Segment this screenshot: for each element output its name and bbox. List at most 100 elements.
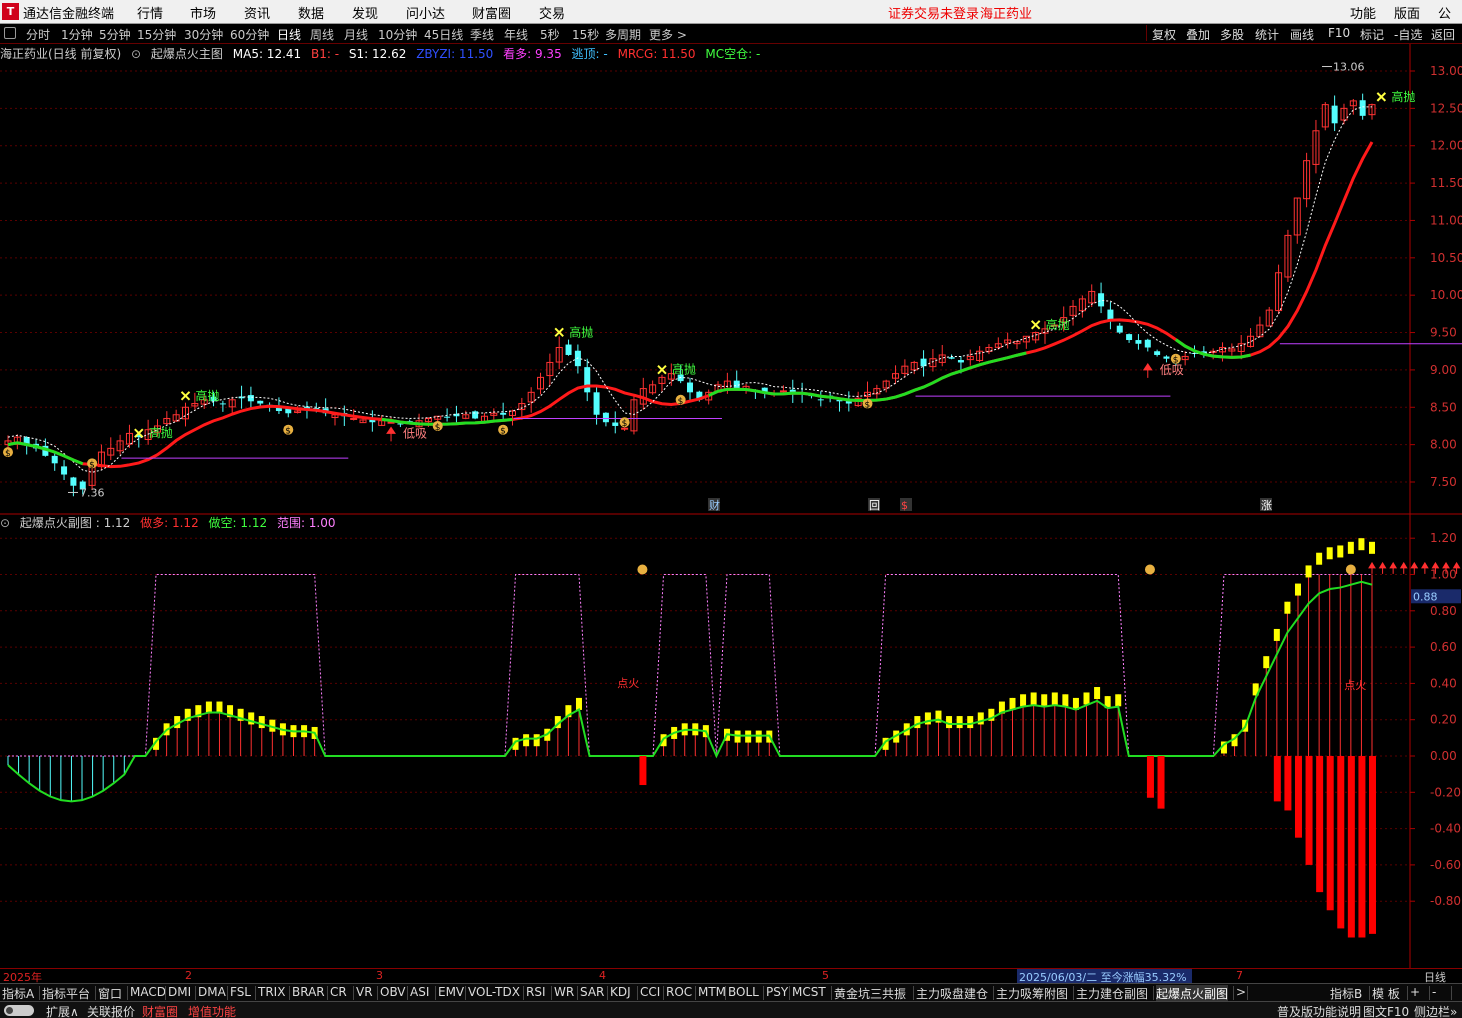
indicator-tab[interactable]: WR — [554, 985, 574, 999]
menu-caifuquan[interactable]: 财富圈 — [472, 3, 511, 22]
period-1min[interactable]: 1分钟 — [61, 26, 93, 43]
period-10min[interactable]: 10分钟 — [378, 26, 417, 43]
menu-wenxiaoda[interactable]: 问小达 — [406, 3, 445, 22]
indicator-tab[interactable]: RSI — [526, 985, 546, 999]
status-tuwen-f10[interactable]: 图文F10 — [1363, 1003, 1409, 1018]
mrcg-value: MRCG: 11.50 — [617, 47, 696, 61]
candle-body — [61, 466, 68, 475]
main-indicator-name[interactable]: 起爆点火主图 — [151, 47, 223, 61]
sub-axis-label: -0.60 — [1430, 858, 1461, 872]
sub-yellow-bar — [1051, 692, 1058, 705]
indicator-tab[interactable]: PSY — [766, 985, 788, 999]
btn-fuquan[interactable]: 复权 — [1152, 26, 1176, 43]
indicator-tab[interactable]: OBV — [380, 985, 406, 999]
indicator-tab[interactable]: FSL — [230, 985, 251, 999]
menu-shuju[interactable]: 数据 — [298, 3, 324, 22]
indicator-tab[interactable]: 黄金坑三共振 — [834, 985, 906, 1002]
tab-separator — [465, 986, 466, 1000]
indicator-tab[interactable]: BOLL — [728, 985, 759, 999]
btn-fanhui[interactable]: 返回 — [1431, 26, 1455, 43]
indicator-tab[interactable]: ASI — [410, 985, 429, 999]
price-axis-label: 10.00 — [1430, 288, 1462, 302]
indicator-tab[interactable]: 窗口 — [98, 985, 122, 1002]
indicator-tab[interactable]: ROC — [666, 985, 692, 999]
indicator-tab[interactable]: 主力建仓副图 — [1076, 985, 1148, 1002]
period-more[interactable]: 更多 > — [649, 26, 687, 43]
indicator-tab[interactable]: MTM — [698, 985, 726, 999]
sub-indicator-settings-icon[interactable]: ⊙ — [0, 516, 10, 530]
status-puji-shuoming[interactable]: 普及版功能说明 — [1277, 1003, 1361, 1018]
menu-hangqing[interactable]: 行情 — [137, 3, 163, 22]
btn-duogu[interactable]: 多股 — [1220, 26, 1244, 43]
menu-faxian[interactable]: 发现 — [352, 3, 378, 22]
period-multi[interactable]: 多周期 — [605, 26, 641, 43]
indicator-tab[interactable]: 主力吸筹附图 — [996, 985, 1068, 1002]
period-30min[interactable]: 30分钟 — [184, 26, 223, 43]
b1-value: B1: - — [311, 47, 340, 61]
period-month[interactable]: 月线 — [344, 26, 368, 43]
menu-jiaoyi[interactable]: 交易 — [539, 3, 565, 22]
indicator-tab[interactable]: SAR — [580, 985, 604, 999]
menu-gongneng[interactable]: 功能 — [1350, 3, 1376, 22]
indicator-tab[interactable]: 指标B — [1330, 985, 1362, 1002]
login-status[interactable]: 证券交易未登录 — [888, 3, 979, 22]
btn-diejia[interactable]: 叠加 — [1186, 26, 1210, 43]
period-week[interactable]: 周线 — [310, 26, 334, 43]
sub-yellow-bar — [1020, 694, 1027, 707]
indicator-tab[interactable]: 指标平台 — [42, 985, 90, 1002]
dixi-label: 低吸 — [403, 426, 427, 440]
btn-zixuan[interactable]: -自选 — [1394, 26, 1422, 43]
period-45day[interactable]: 45日线 — [424, 26, 463, 43]
sub-axis-label: -0.80 — [1430, 894, 1461, 908]
indicator-tab[interactable]: KDJ — [610, 985, 631, 999]
indicator-tab[interactable]: BRAR — [292, 985, 325, 999]
status-guanlianbaojia[interactable]: 关联报价 — [87, 1003, 135, 1018]
status-caifuquan[interactable]: 财富圈 — [142, 1003, 178, 1018]
panel-toggle-icon[interactable] — [4, 27, 16, 39]
btn-biaoji[interactable]: 标记 — [1360, 26, 1384, 43]
indicator-tab[interactable]: - — [1432, 985, 1436, 999]
sub-red-down-bar — [1358, 756, 1366, 938]
status-zengzhi[interactable]: 增值功能 — [188, 1003, 236, 1018]
toggle-switch[interactable] — [4, 1005, 34, 1016]
chart-canvas[interactable]: 13.00 12.50 12.00 11.50 11.00 10.50 10.00 9.50 9… — [0, 44, 1462, 968]
period-quarter[interactable]: 季线 — [470, 26, 494, 43]
indicator-tab[interactable]: > — [1236, 985, 1246, 999]
indicator-tab[interactable]: TRIX — [258, 985, 285, 999]
tab-separator — [1407, 986, 1408, 1000]
indicator-tab[interactable]: 模 板 — [1372, 985, 1400, 1002]
indicator-tab[interactable]: VR — [356, 985, 373, 999]
period-day[interactable]: 日线 — [277, 26, 301, 43]
period-5sec[interactable]: 5秒 — [540, 26, 560, 43]
period-60min[interactable]: 60分钟 — [230, 26, 269, 43]
period-5min[interactable]: 5分钟 — [99, 26, 131, 43]
indicator-tab[interactable]: DMA — [198, 985, 226, 999]
sub-indicator-title[interactable]: 起爆点火副图 : 1.12 — [20, 516, 130, 530]
indicator-tab[interactable]: EMV — [438, 985, 464, 999]
indicator-tab[interactable]: VOL-TDX — [468, 985, 520, 999]
indicator-settings-icon[interactable]: ⊙ — [131, 47, 141, 61]
btn-f10[interactable]: F10 — [1328, 26, 1350, 40]
indicator-tab[interactable]: CR — [330, 985, 347, 999]
indicator-tab[interactable]: 起爆点火副图 — [1156, 985, 1229, 1002]
period-15min[interactable]: 15分钟 — [137, 26, 176, 43]
indicator-tab[interactable]: + — [1410, 985, 1420, 999]
menu-zixun[interactable]: 资讯 — [244, 3, 270, 22]
btn-huaxian[interactable]: 画线 — [1290, 26, 1314, 43]
indicator-tab[interactable]: CCI — [640, 985, 660, 999]
indicator-tab[interactable]: DMI — [168, 985, 191, 999]
status-kuozhan[interactable]: 扩展∧ — [46, 1003, 79, 1018]
period-fenshi[interactable]: 分时 — [26, 26, 50, 43]
btn-tongji[interactable]: 统计 — [1255, 26, 1279, 43]
sub-axis-label: 0.00 — [1430, 749, 1457, 763]
period-15sec[interactable]: 15秒 — [572, 26, 599, 43]
indicator-tab[interactable]: MACD — [130, 985, 166, 999]
indicator-tab[interactable]: MCST — [792, 985, 826, 999]
menu-banmian[interactable]: 版面 — [1394, 3, 1420, 22]
indicator-tab[interactable]: 主力吸盘建仓 — [916, 985, 988, 1002]
period-year[interactable]: 年线 — [504, 26, 528, 43]
candle-body — [350, 417, 358, 420]
status-cebianlan[interactable]: 侧边栏» — [1414, 1003, 1457, 1018]
indicator-tab[interactable]: 指标A — [2, 985, 34, 1002]
menu-shichang[interactable]: 市场 — [190, 3, 216, 22]
